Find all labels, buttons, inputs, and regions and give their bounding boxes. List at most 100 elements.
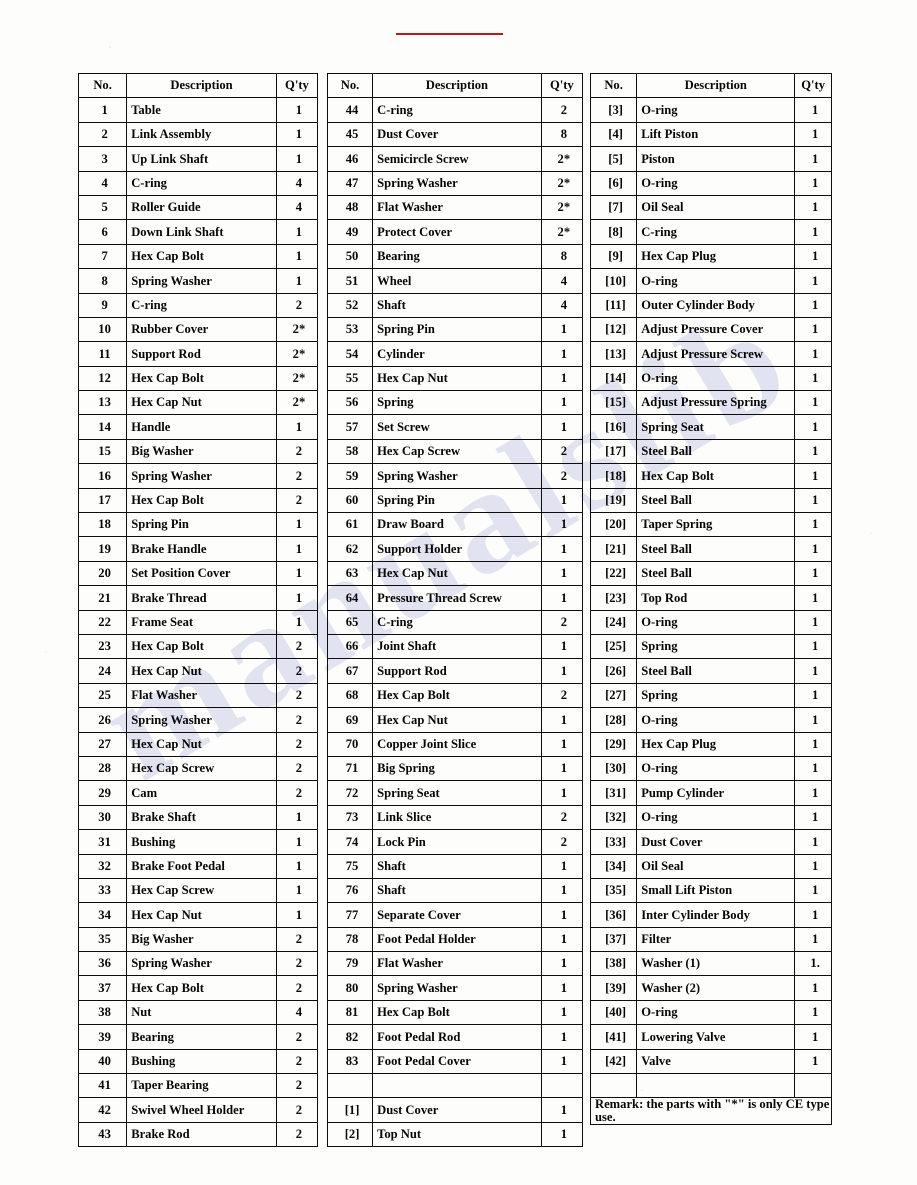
cell-qty: 1 — [794, 512, 832, 538]
cell-no: 39 — [77, 1024, 128, 1050]
cell-no: [6] — [589, 170, 638, 196]
table-row: [2] Top Nut 1 — [326, 1121, 584, 1148]
table-row: [21] Steel Ball 1 — [589, 536, 832, 562]
cell-description: Spring Washer — [126, 707, 277, 733]
cell-no: 7 — [77, 243, 128, 270]
header-qty: Q'ty — [540, 72, 584, 99]
table-row: [23] Top Rod 1 — [589, 585, 832, 611]
cell-no: 53 — [326, 316, 374, 343]
cell-no: [35] — [589, 877, 638, 904]
cell-qty: 1 — [540, 487, 584, 514]
cell-no: 66 — [326, 633, 374, 660]
table-row: [42] Valve 1 — [589, 1048, 832, 1075]
cell-qty: 1 — [275, 512, 319, 538]
cell-no: [13] — [589, 341, 638, 367]
table-row: 55 Hex Cap Nut 1 — [326, 365, 584, 392]
cell-qty: 1 — [794, 487, 832, 514]
cell-qty: 1 — [794, 463, 832, 489]
cell-description: O-ring — [636, 365, 796, 392]
cell-no: 20 — [77, 560, 128, 587]
cell-no: 17 — [77, 487, 128, 514]
cell-qty: 1 — [275, 97, 319, 123]
cell-no: 14 — [77, 414, 128, 440]
cell-qty: 1 — [540, 390, 584, 416]
cell-qty: 1 — [794, 97, 832, 123]
cell-qty — [794, 1073, 832, 1099]
cell-description: Hex Cap Screw — [126, 755, 277, 782]
cell-qty: 1 — [794, 341, 832, 367]
cell-qty: 1 — [540, 536, 584, 562]
table-row: 48 Flat Washer 2* — [326, 194, 584, 221]
cell-description: Copper Joint Slice — [372, 731, 542, 757]
cell-description: Adjust Pressure Cover — [636, 316, 796, 343]
table-row: 40 Bushing 2 — [77, 1048, 319, 1075]
cell-description: Foot Pedal Rod — [372, 1024, 542, 1050]
table-row: [40] O-ring 1 — [589, 999, 832, 1026]
parts-list-sheet: No. Description Q'ty 1 Table 1 2 Link Assemb… — [0, 0, 917, 1185]
cell-no: [28] — [589, 707, 638, 733]
cell-qty: 1 — [794, 975, 832, 1001]
cell-no — [589, 1073, 638, 1099]
cell-description: Hex Cap Screw — [126, 877, 277, 904]
cell-description: Bushing — [126, 1048, 277, 1075]
cell-qty: 2* — [540, 194, 584, 221]
cell-no: 79 — [326, 951, 374, 977]
cell-qty: 2 — [540, 829, 584, 855]
table-row: 70 Copper Joint Slice 1 — [326, 731, 584, 757]
table-row: [27] Spring 1 — [589, 682, 832, 709]
cell-no: 78 — [326, 926, 374, 953]
cell-description: Down Link Shaft — [126, 219, 277, 245]
table-row: 33 Hex Cap Screw 1 — [77, 877, 319, 904]
cell-qty: 1 — [540, 926, 584, 953]
table-row: [35] Small Lift Piston 1 — [589, 877, 832, 904]
cell-description: Foot Pedal Holder — [372, 926, 542, 953]
table-row: [26] Steel Ball 1 — [589, 658, 832, 684]
cell-no: 55 — [326, 365, 374, 392]
header-description: Description — [126, 72, 277, 99]
cell-description: Hex Cap Bolt — [126, 487, 277, 514]
cell-qty: 1 — [540, 1121, 584, 1148]
cell-no: [42] — [589, 1048, 638, 1075]
cell-no: 54 — [326, 341, 374, 367]
cell-qty: 1 — [540, 414, 584, 440]
cell-no: 67 — [326, 658, 374, 684]
cell-qty: 2* — [540, 170, 584, 196]
cell-no: [34] — [589, 853, 638, 879]
cell-no: 77 — [326, 902, 374, 928]
cell-description: Spring Washer — [126, 463, 277, 489]
cell-no: [19] — [589, 487, 638, 514]
table-row: 18 Spring Pin 1 — [77, 512, 319, 538]
cell-description: Hex Cap Nut — [372, 365, 542, 392]
cell-no: [23] — [589, 585, 638, 611]
cell-no: 71 — [326, 755, 374, 782]
cell-description: Table — [126, 97, 277, 123]
table-row: 44 C-ring 2 — [326, 97, 584, 123]
cell-qty: 2 — [275, 658, 319, 684]
parts-table-3: No. Description Q'ty [3] O-ring 1 [4] Lift P… — [589, 72, 832, 1125]
table-row: 13 Hex Cap Nut 2* — [77, 390, 319, 416]
cell-qty: 1 — [794, 536, 832, 562]
cell-qty: 2 — [275, 951, 319, 977]
cell-qty: 2* — [540, 219, 584, 245]
cell-description: Brake Thread — [126, 585, 277, 611]
cell-description: Hex Cap Bolt — [126, 365, 277, 392]
cell-description: O-ring — [636, 999, 796, 1026]
cell-no: 57 — [326, 414, 374, 440]
cell-description: Cylinder — [372, 341, 542, 367]
cell-description: Link Assembly — [126, 121, 277, 148]
table-header-row: No. Description Q'ty — [589, 72, 832, 99]
cell-description: Brake Shaft — [126, 804, 277, 831]
cell-description: Hex Cap Bolt — [372, 682, 542, 709]
cell-qty: 1 — [540, 731, 584, 757]
parts-table-column-3: No. Description Q'ty [3] O-ring 1 [4] Lift P… — [589, 72, 832, 1125]
cell-description: O-ring — [636, 755, 796, 782]
cell-no: [21] — [589, 536, 638, 562]
cell-no: [31] — [589, 780, 638, 806]
cell-no: [22] — [589, 560, 638, 587]
cell-description: Support Rod — [372, 658, 542, 684]
cell-qty: 2 — [275, 731, 319, 757]
cell-description: Hex Cap Bolt — [636, 463, 796, 489]
cell-qty: 1 — [794, 365, 832, 392]
cell-qty: 1 — [540, 1097, 584, 1123]
table-header-row: No. Description Q'ty — [77, 72, 319, 99]
